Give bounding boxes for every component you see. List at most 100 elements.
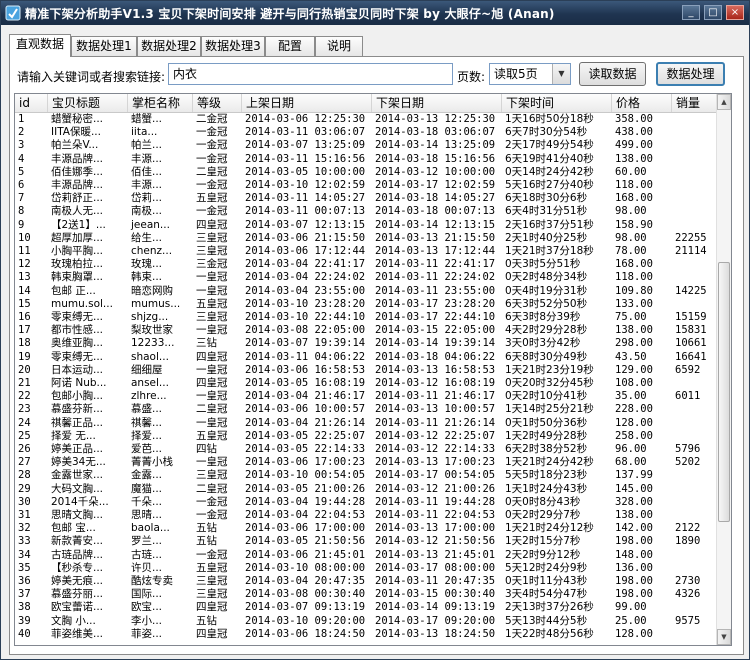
close-button[interactable]: × [726,5,744,20]
cell-title: 帕兰朵V... [51,139,99,152]
scroll-down-icon[interactable]: ▼ [717,629,731,645]
tab-process-1[interactable]: 数据处理1 [71,36,137,56]
column-header-id[interactable]: id [15,94,48,112]
table-row[interactable]: 39 文胸 小... 李小... 五钻 2014-03-10 09:20:00 2014-… [15,615,718,628]
table-row[interactable]: 14 包邮 正... 暗恋网购 一皇冠 2014-03-04 23:55:00 2014-… [15,285,718,298]
table-row[interactable]: 11 小胸平胸... chenz... 三皇冠 2014-03-06 17:12:44 2… [15,245,718,258]
cell-title: 古琏品牌... [51,548,104,561]
column-header-remaining[interactable]: 下架时间 [502,94,612,112]
table-row[interactable]: 5 佰佳娜季... 佰佳... 二皇冠 2014-03-05 10:00:00 2014-… [15,166,718,179]
keyword-input[interactable]: 内衣 [168,63,453,85]
table-row[interactable]: 1 蜡蟹秘密... 蜡蟹... 二金冠 2014-03-06 12:25:30 2014-… [15,113,718,126]
table-row[interactable]: 15 mumu.sol... mumus... 五皇冠 2014-03-10 23:28… [15,298,718,311]
table-row[interactable]: 9 【2送1】... jeean... 四皇冠 2014-03-07 12:13:15 2… [15,219,718,232]
table-row[interactable]: 36 婷美无痕... 酷炫专卖 三皇冠 2014-03-04 20:47:35 2014-… [15,575,718,588]
column-header-seller[interactable]: 掌柜名称 [128,94,193,112]
scroll-up-icon[interactable]: ▲ [717,94,731,110]
table-row[interactable]: 33 新款菁安... 罗兰... 五钻 2014-03-05 21:50:56 2014-… [15,535,718,548]
cell-remaining: 4天2时29分28秒 [505,324,588,337]
table-row[interactable]: 23 慕盛芬新... 慕盛... 二皇冠 2014-03-06 10:00:57 2014… [15,403,718,416]
table-row[interactable]: 27 婷美34无... 菁菁小栈 一皇冠 2014-03-06 17:00:23 2014… [15,456,718,469]
cell-delisted: 2014-03-13 16:58:53 [375,363,496,376]
cell-title: 蜡蟹秘密... [51,113,104,125]
table-row[interactable]: 17 都市性感... 梨玫世家 一皇冠 2014-03-08 22:05:00 2014-… [15,324,718,337]
table-row[interactable]: 2 IITA保暖... iita... 一金冠 2014-03-11 03:06:07 2… [15,126,718,139]
cell-delisted: 2014-03-17 12:02:59 [375,179,496,191]
table-row[interactable]: 21 阿诺 Nub... ansel... 四皇冠 2014-03-05 16:08:1… [15,377,718,390]
cell-level: 三皇冠 [196,469,228,482]
tab-process-2[interactable]: 数据处理2 [137,36,201,56]
cell-price: 258.00 [615,429,653,442]
cell-remaining: 0天1时50分36秒 [505,416,588,429]
table-row[interactable]: 13 韩束胸罩... 韩束... 一皇冠 2014-03-04 22:24:02 2014… [15,271,718,284]
table-row[interactable]: 30 2014千朵... 千朵... 一金冠 2014-03-04 19:44:28 20… [15,496,718,509]
scroll-thumb[interactable] [718,262,730,522]
table-row[interactable]: 25 择爱 无... 择爱... 五皇冠 2014-03-05 22:25:07 2014… [15,430,718,443]
cell-level: 五皇冠 [196,297,228,310]
cell-title: 欧宝蕾诺... [51,601,104,614]
cell-delisted: 2014-03-11 23:55:00 [375,284,496,297]
cell-delisted: 2014-03-17 08:00:00 [375,561,496,574]
cell-remaining: 1天21时23分19秒 [505,363,594,376]
cell-title: 零束缚无... [51,350,104,363]
cell-delisted: 2014-03-11 22:41:17 [375,258,496,271]
table-row[interactable]: 10 超厚加厚... 给生... 三皇冠 2014-03-06 21:15:50 2014… [15,232,718,245]
cell-price: 98.00 [615,205,647,218]
column-header-listed[interactable]: 上架日期 [242,94,372,112]
cell-delisted: 2014-03-17 00:54:05 [375,469,496,482]
table-row[interactable]: 35 【秒杀专... 许贝... 五皇冠 2014-03-10 08:00:00 2014… [15,562,718,575]
table-row[interactable]: 16 零束缚无... shjzg... 三皇冠 2014-03-10 22:44:10 2… [15,311,718,324]
minimize-button[interactable]: _ [682,5,700,20]
table-row[interactable]: 8 南极人无... 南极... 一金冠 2014-03-11 00:07:13 2014-… [15,205,718,218]
tab-help[interactable]: 说明 [315,36,363,56]
title-bar[interactable]: 精准下架分析助手V1.3 宝贝下架时间安排 避开与同行热销宝贝同时下架 by 大… [1,1,749,25]
table-row[interactable]: 3 帕兰朵V... 帕兰... 一金冠 2014-03-07 13:25:09 2014-… [15,139,718,152]
table-row[interactable]: 4 丰源品牌... 丰源... 一金冠 2014-03-11 15:16:56 2014-… [15,153,718,166]
table-row[interactable]: 28 金露世家... 金露... 三皇冠 2014-03-10 00:54:05 2014… [15,469,718,482]
table-row[interactable]: 24 祺馨正品... 祺馨... 一皇冠 2014-03-04 21:26:14 2014… [15,417,718,430]
cell-level: 一金冠 [196,548,228,561]
table-row[interactable]: 31 思晴文胸... 思晴... 一金冠 2014-03-04 22:04:53 2014… [15,509,718,522]
cell-seller: zlhre... [131,390,167,403]
maximize-button[interactable]: □ [704,5,722,20]
data-table[interactable]: id 宝贝标题 掌柜名称 等级 上架日期 下架日期 下架时间 价格 销量 1 蜡蟹秘密... 蜡蟹.… [14,93,732,646]
tab-process-3[interactable]: 数据处理3 [201,36,265,56]
cell-remaining: 6天7时30分54秒 [505,126,588,139]
cell-id: 37 [18,588,31,601]
table-row[interactable]: 22 包邮小胸... zlhre... 一皇冠 2014-03-04 21:46:17 2… [15,390,718,403]
column-header-delisted[interactable]: 下架日期 [372,94,502,112]
cell-sales [672,298,718,311]
vertical-scrollbar[interactable]: ▲ ▼ [716,94,731,645]
cell-listed: 2014-03-05 21:00:26 [245,482,366,495]
table-row[interactable]: 12 玫瑰柏拉... 玫瑰... 三金冠 2014-03-04 22:41:17 2014… [15,258,718,271]
cell-id: 33 [18,535,31,548]
tab-visual-data[interactable]: 直观数据 [9,34,71,57]
table-row[interactable]: 26 婷美正品... 爱芭... 四钻 2014-03-05 22:14:33 2014-… [15,443,718,456]
window-title: 精准下架分析助手V1.3 宝贝下架时间安排 避开与同行热销宝贝同时下架 by 大… [25,7,555,21]
table-row[interactable]: 37 慕盛芬丽... 国际... 三皇冠 2014-03-08 00:30:40 2014… [15,588,718,601]
column-header-title[interactable]: 宝贝标题 [48,94,128,112]
table-row[interactable]: 19 零束缚无... shaol... 四皇冠 2014-03-11 04:06:22 2… [15,351,718,364]
column-header-price[interactable]: 价格 [612,94,672,112]
cell-remaining: 1天14时25分21秒 [505,403,594,416]
cell-listed: 2014-03-08 00:30:40 [245,588,366,601]
table-row[interactable]: 6 丰源品牌... 丰源... 一金冠 2014-03-10 12:02:59 2014-… [15,179,718,192]
table-row[interactable]: 7 岱莉舒正... 岱莉... 五皇冠 2014-03-11 14:05:27 2014-… [15,192,718,205]
table-row[interactable]: 38 欧宝蕾诺... 欧宝... 四皇冠 2014-03-07 09:13:19 2014… [15,601,718,614]
table-row[interactable]: 34 古琏品牌... 古琏... 一金冠 2014-03-06 21:45:01 2014… [15,549,718,562]
table-row[interactable]: 32 包邮 宝... baola... 五钻 2014-03-06 17:00:00 20… [15,522,718,535]
table-row[interactable]: 20 日本运动... 细细屋 一皇冠 2014-03-06 16:58:53 2014-0… [15,364,718,377]
tab-config[interactable]: 配置 [265,36,315,56]
cell-id: 18 [18,337,31,350]
table-row[interactable]: 40 菲姿维美... 菲姿... 四皇冠 2014-03-06 18:24:50 2014… [15,628,718,641]
column-header-level[interactable]: 等级 [193,94,242,112]
table-row[interactable]: 18 奥维亚胸... 12233... 三钻 2014-03-07 19:39:14 20… [15,337,718,350]
pages-select[interactable]: 读取5页 ▼ [489,63,571,85]
cell-sales [672,403,718,416]
column-header-sales[interactable]: 销量 [672,94,718,112]
read-data-button[interactable]: 读取数据 [579,62,646,86]
process-data-button[interactable]: 数据处理 [656,62,725,86]
cell-level: 一金冠 [196,495,228,508]
table-row[interactable]: 29 大码文胸... 魔猫... 二皇冠 2014-03-05 21:00:26 2014… [15,483,718,496]
cell-title: 都市性感... [51,324,104,337]
